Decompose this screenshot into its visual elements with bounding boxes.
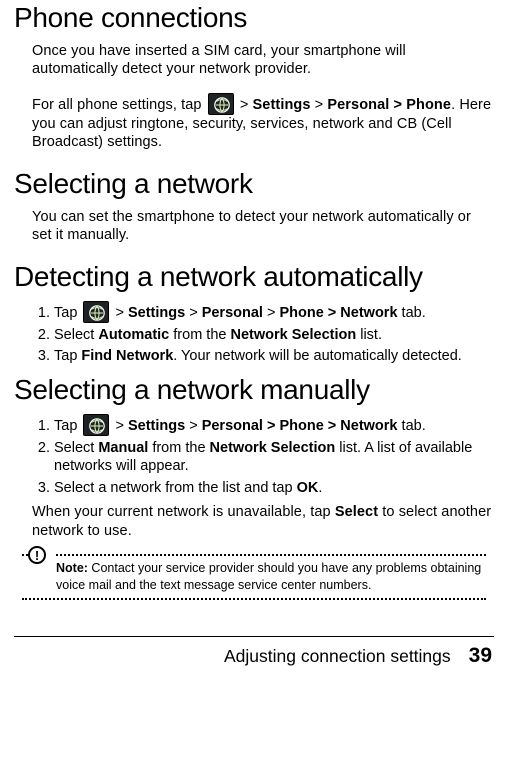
- action-ok: OK: [297, 480, 319, 496]
- path-separator: >: [189, 418, 202, 434]
- footer-page-number: 39: [469, 643, 492, 670]
- path-separator: >: [315, 97, 328, 113]
- manual-followup-paragraph: When your current network is unavailable…: [32, 503, 494, 540]
- path-separator: >: [115, 418, 128, 434]
- text-segment: Select: [54, 440, 98, 456]
- path-personal-phone-network: Personal > Phone > Network: [202, 418, 398, 434]
- list-item: Tap Find Network. Your network will be a…: [54, 347, 494, 366]
- text-segment: For all phone settings, tap: [32, 97, 206, 113]
- list-network-selection: Network Selection: [210, 440, 336, 456]
- text-segment: from the: [148, 440, 209, 456]
- heading-select-manual: Selecting a network manually: [14, 372, 494, 408]
- text-segment: Tap: [54, 348, 81, 364]
- text-segment: tab.: [398, 305, 426, 321]
- path-personal: Personal: [202, 305, 263, 321]
- path-separator: >: [115, 305, 128, 321]
- auto-steps-list: Tap > Settings > Personal > Phone > Netw…: [32, 301, 494, 366]
- note-label: Note:: [56, 561, 88, 575]
- text-segment: Tap: [54, 305, 81, 321]
- list-item: Select a network from the list and tap O…: [54, 479, 494, 498]
- heading-selecting-network: Selecting a network: [14, 166, 494, 202]
- path-personal-phone: Personal > Phone: [327, 97, 451, 113]
- manual-steps-list: Tap > Settings > Personal > Phone > Netw…: [32, 414, 494, 498]
- page-footer: Adjusting connection settings 39: [14, 643, 494, 670]
- path-separator: >: [267, 305, 280, 321]
- text-segment: .: [318, 480, 322, 496]
- text-segment: tab.: [398, 418, 426, 434]
- list-item: Select Manual from the Network Selection…: [54, 439, 494, 476]
- action-select: Select: [335, 504, 378, 520]
- text-segment: Select: [54, 327, 98, 343]
- windows-start-icon: [83, 414, 109, 436]
- list-item: Tap > Settings > Personal > Phone > Netw…: [54, 414, 494, 436]
- intro-paragraph: Once you have inserted a SIM card, your …: [32, 42, 494, 79]
- option-automatic: Automatic: [98, 327, 169, 343]
- heading-detect-auto: Detecting a network automatically: [14, 259, 494, 295]
- action-find-network: Find Network: [81, 348, 173, 364]
- windows-start-icon: [208, 93, 234, 115]
- windows-start-icon: [83, 301, 109, 323]
- network-intro-paragraph: You can set the smartphone to detect you…: [32, 208, 494, 245]
- text-segment: . Your network will be automatically det…: [173, 348, 462, 364]
- settings-path-paragraph: For all phone settings, tap > Settings >…: [32, 93, 494, 152]
- option-manual: Manual: [98, 440, 148, 456]
- path-settings: Settings: [128, 305, 185, 321]
- path-separator: >: [240, 97, 253, 113]
- text-segment: from the: [169, 327, 230, 343]
- path-settings: Settings: [128, 418, 185, 434]
- text-segment: When your current network is unavailable…: [32, 504, 335, 520]
- page-body: Phone connections Once you have inserted…: [0, 0, 508, 682]
- text-segment: Tap: [54, 418, 81, 434]
- path-settings: Settings: [253, 97, 311, 113]
- note-text: Contact your service provider should you…: [56, 561, 481, 592]
- list-item: Select Automatic from the Network Select…: [54, 326, 494, 345]
- heading-phone-connections: Phone connections: [14, 0, 494, 36]
- text-segment: Select a network from the list and tap: [54, 480, 297, 496]
- list-network-selection: Network Selection: [231, 327, 357, 343]
- footer-section-title: Adjusting connection settings: [224, 645, 451, 667]
- note-block: ! Note: Contact your service provider sh…: [22, 554, 486, 600]
- path-separator: >: [189, 305, 202, 321]
- list-item: Tap > Settings > Personal > Phone > Netw…: [54, 301, 494, 323]
- warning-icon: !: [28, 546, 46, 564]
- footer-divider: [14, 636, 494, 637]
- path-phone-network: Phone > Network: [279, 305, 397, 321]
- text-segment: list.: [356, 327, 382, 343]
